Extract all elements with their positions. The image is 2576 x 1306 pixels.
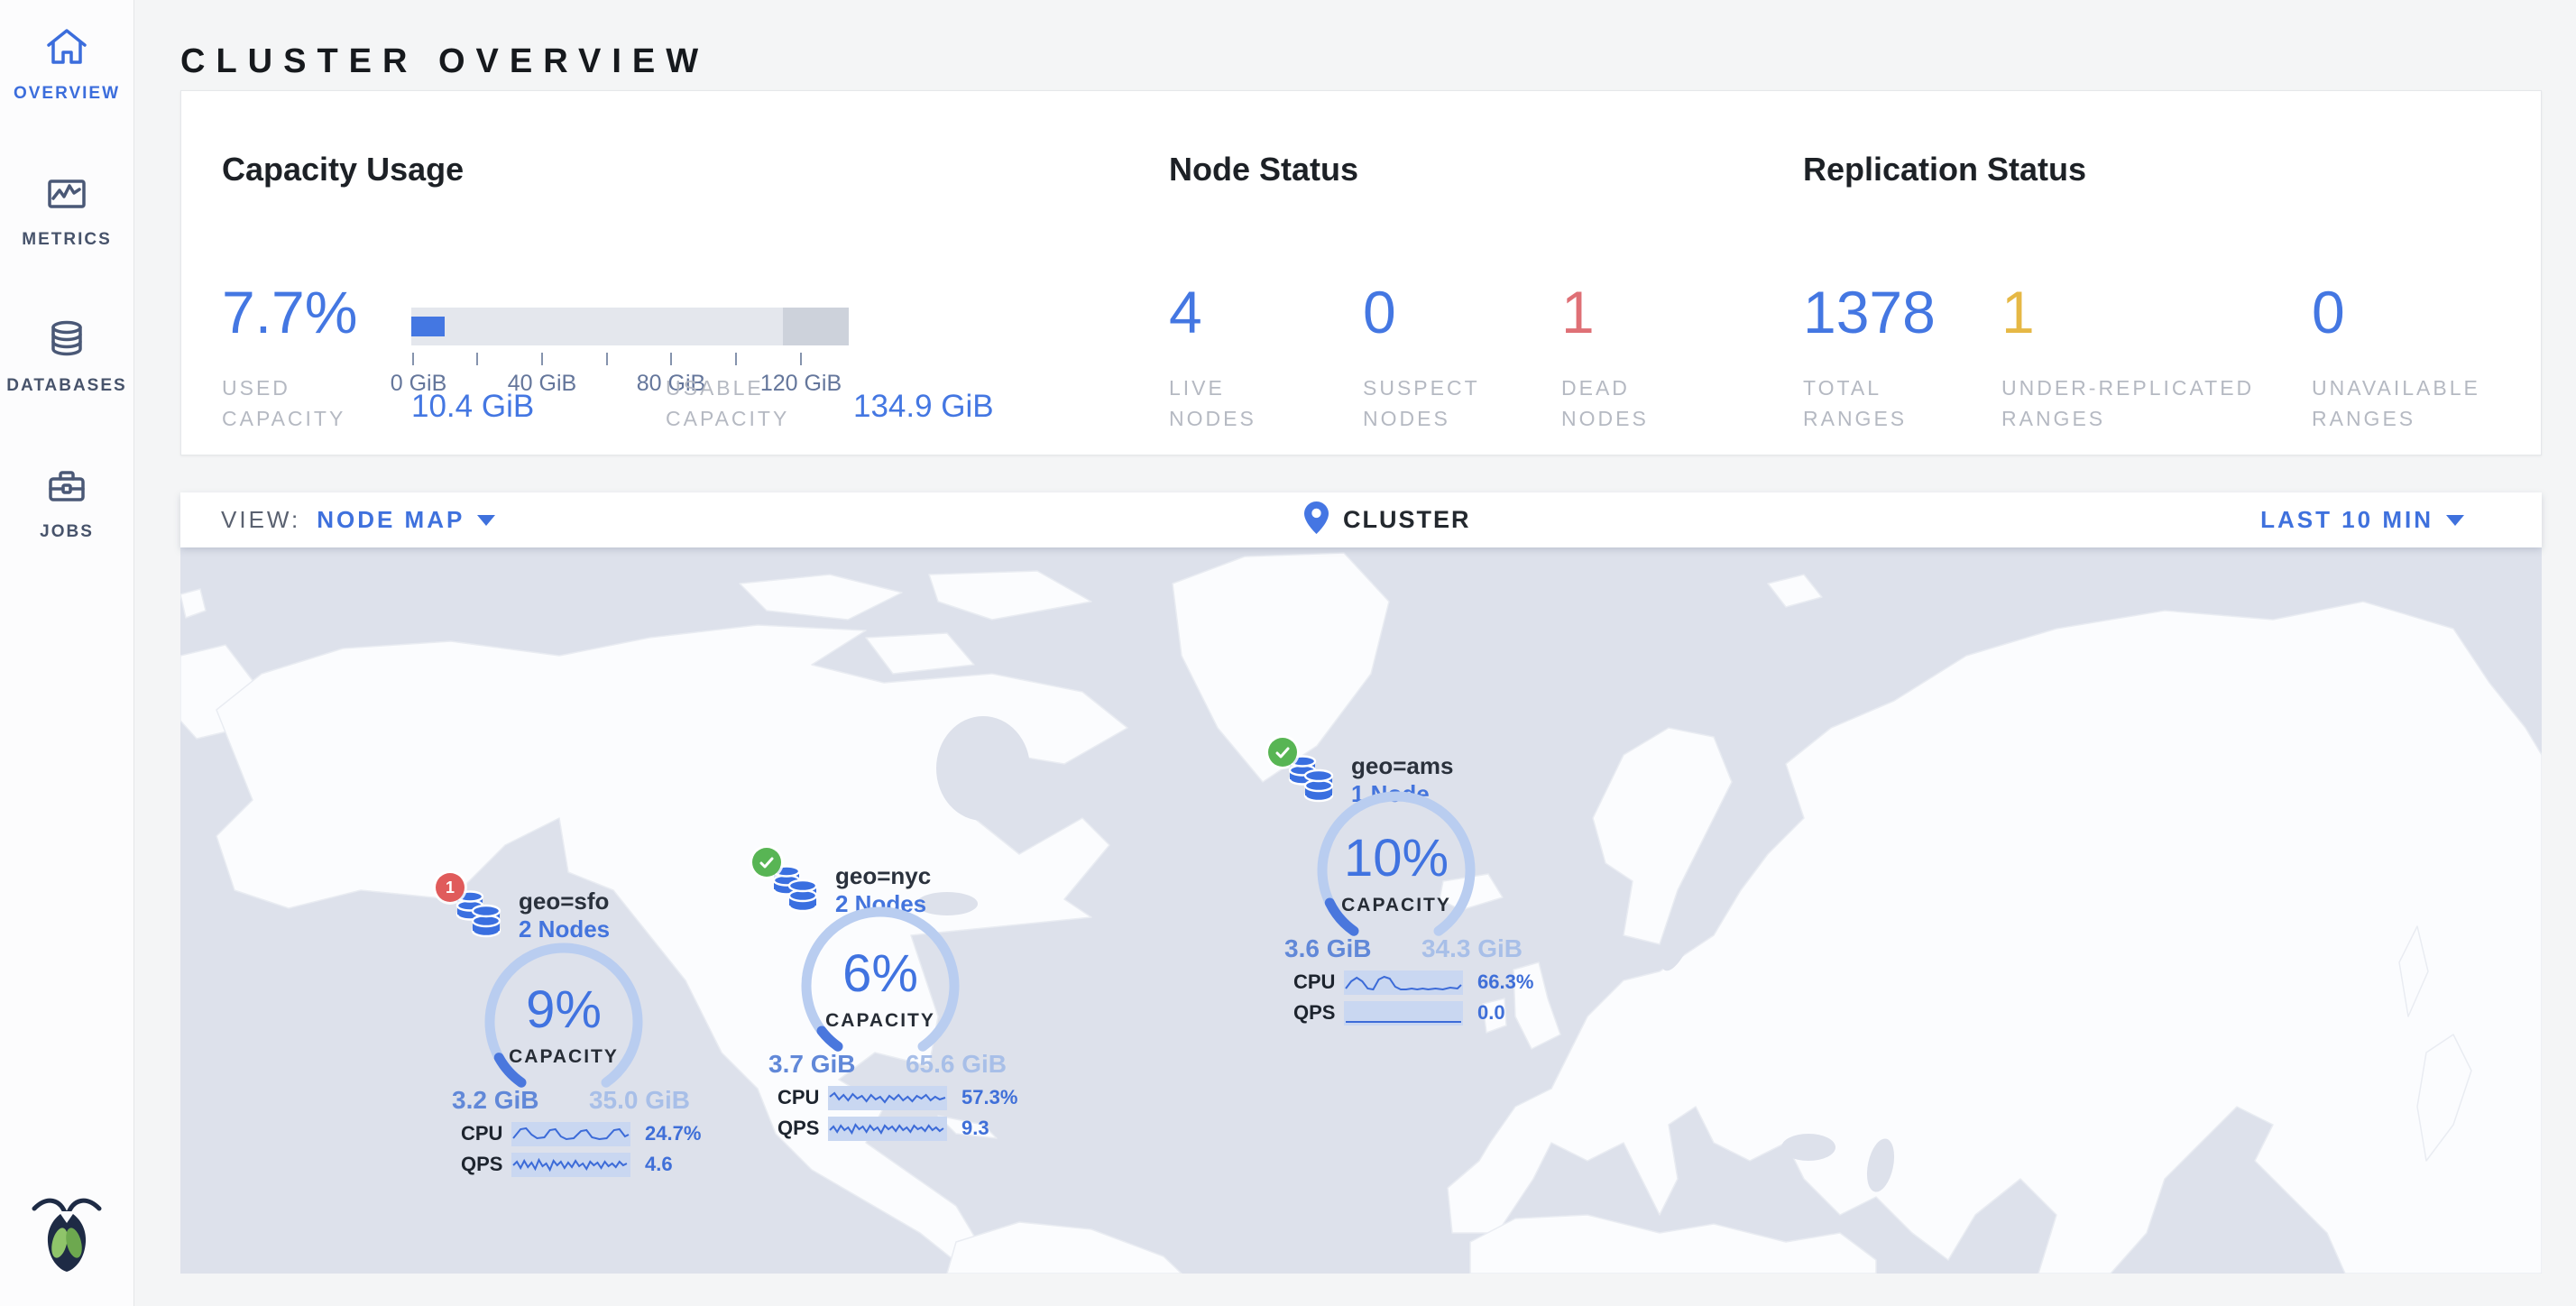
briefcase-icon xyxy=(42,462,91,515)
used-capacity-value: 10.4 GiB xyxy=(411,389,534,425)
qps-sparkline xyxy=(511,1153,630,1177)
under-replicated-value: 1 xyxy=(2001,282,2035,342)
unavailable-ranges-value: 0 xyxy=(2312,282,2345,342)
used-capacity: 3.7 GiB xyxy=(768,1050,855,1079)
qps-value: 4.6 xyxy=(645,1153,699,1176)
qps-value: 9.3 xyxy=(961,1117,1016,1140)
capacity-label: CAPACITY xyxy=(781,1010,980,1032)
cockroachdb-logo[interactable] xyxy=(27,1192,106,1278)
capacity-percent: 9% xyxy=(465,983,663,1037)
cpu-label: CPU xyxy=(1293,970,1344,994)
cpu-sparkline xyxy=(1344,970,1463,995)
database-icon xyxy=(42,316,91,369)
capacity-bar-ticks xyxy=(411,353,849,367)
graph-icon xyxy=(42,170,91,223)
replication-status-title: Replication Status xyxy=(1803,151,2086,189)
cluster-summary-panel: Capacity Usage 7.7% 0 GiB 40 GiB 80 GiB … xyxy=(180,90,2542,455)
chevron-down-icon xyxy=(2446,515,2464,526)
capacity-label: CAPACITY xyxy=(465,1046,663,1068)
sidebar-item-label: DATABASES xyxy=(0,376,133,396)
cpu-sparkline xyxy=(828,1086,947,1110)
used-capacity-label: USEDCAPACITY xyxy=(222,372,345,434)
home-icon xyxy=(42,23,91,77)
total-capacity: 65.6 GiB xyxy=(906,1050,1007,1079)
capacity-percent: 10% xyxy=(1297,832,1495,886)
suspect-nodes-label: SUSPECTNODES xyxy=(1363,372,1480,434)
node-map[interactable]: 1 geo=sfo 2 Nodes 9% xyxy=(180,547,2542,1274)
usable-capacity-value: 134.9 GiB xyxy=(853,389,994,425)
sidebar-item-jobs[interactable]: JOBS xyxy=(0,462,133,542)
used-capacity: 3.6 GiB xyxy=(1284,934,1371,963)
capacity-gauge: 9% CAPACITY xyxy=(465,936,663,1108)
qps-label: QPS xyxy=(777,1117,828,1140)
time-range-selector[interactable]: LAST 10 MIN xyxy=(2260,492,2464,547)
ok-badge xyxy=(752,848,781,877)
error-badge: 1 xyxy=(436,873,465,902)
cpu-sparkline xyxy=(511,1122,630,1146)
total-capacity: 35.0 GiB xyxy=(589,1086,690,1115)
qps-value: 0.0 xyxy=(1477,1001,1532,1025)
cpu-value: 24.7% xyxy=(645,1122,701,1145)
node-status-title: Node Status xyxy=(1169,151,1358,189)
locality-marker-ams[interactable]: geo=ams 1 Node 10% CAPACITY 3.6 GiB 34.3… xyxy=(1252,727,1541,1034)
capacity-label: CAPACITY xyxy=(1297,895,1495,916)
sidebar-item-metrics[interactable]: METRICS xyxy=(0,170,133,250)
qps-sparkline xyxy=(828,1117,947,1141)
dead-nodes-value: 1 xyxy=(1561,282,1595,342)
capacity-gauge: 6% CAPACITY xyxy=(781,900,980,1071)
suspect-nodes-value: 0 xyxy=(1363,282,1396,342)
ok-badge xyxy=(1268,738,1297,767)
map-toolbar: VIEW: NODE MAP CLUSTER LAST 10 MIN xyxy=(180,492,2542,547)
capacity-percent: 6% xyxy=(781,947,980,1001)
cpu-value: 66.3% xyxy=(1477,970,1533,994)
locality-marker-nyc[interactable]: geo=nyc 2 Nodes 6% CAPACITY 3.7 GiB 65.6… xyxy=(736,842,1025,1149)
sidebar-item-label: METRICS xyxy=(0,230,133,250)
unavailable-ranges-label: UNAVAILABLERANGES xyxy=(2312,372,2480,434)
breadcrumb-cluster: CLUSTER xyxy=(1343,506,1471,534)
capacity-bar-reserved xyxy=(783,308,849,345)
locality-label: geo=sfo xyxy=(519,888,610,915)
total-ranges-label: TOTALRANGES xyxy=(1803,372,1907,434)
cpu-value: 57.3% xyxy=(961,1086,1017,1109)
total-capacity: 34.3 GiB xyxy=(1421,934,1523,963)
cpu-label: CPU xyxy=(777,1086,828,1109)
view-selector[interactable]: NODE MAP xyxy=(317,506,495,534)
total-ranges-value: 1378 xyxy=(1803,282,1936,342)
sidebar-item-label: JOBS xyxy=(0,522,133,542)
capacity-bar-used xyxy=(411,317,445,336)
sidebar: OVERVIEW METRICS DATABASES xyxy=(0,0,134,1306)
location-pin-icon xyxy=(1304,501,1329,538)
used-capacity: 3.2 GiB xyxy=(452,1086,538,1115)
qps-label: QPS xyxy=(1293,1001,1344,1025)
sidebar-item-overview[interactable]: OVERVIEW xyxy=(0,23,133,104)
sidebar-item-label: OVERVIEW xyxy=(0,84,133,104)
live-nodes-label: LIVENODES xyxy=(1169,372,1256,434)
usable-capacity-label: USABLECAPACITY xyxy=(666,372,789,434)
locality-marker-sfo[interactable]: 1 geo=sfo 2 Nodes 9% xyxy=(419,878,708,1185)
capacity-gauge: 10% CAPACITY xyxy=(1297,785,1495,956)
chevron-down-icon xyxy=(477,515,495,526)
page-title: CLUSTER OVERVIEW xyxy=(180,42,709,81)
view-label: VIEW: xyxy=(221,506,300,534)
under-replicated-label: UNDER-REPLICATEDRANGES xyxy=(2001,372,2254,434)
locality-label: geo=nyc xyxy=(835,862,931,889)
cpu-label: CPU xyxy=(461,1122,511,1145)
capacity-usage-title: Capacity Usage xyxy=(222,151,464,189)
sidebar-item-databases[interactable]: DATABASES xyxy=(0,316,133,396)
dead-nodes-label: DEADNODES xyxy=(1561,372,1649,434)
capacity-bar-track xyxy=(411,308,849,345)
live-nodes-value: 4 xyxy=(1169,282,1202,342)
capacity-percent: 7.7% xyxy=(222,282,357,342)
qps-sparkline xyxy=(1344,1001,1463,1025)
locality-label: geo=ams xyxy=(1351,752,1453,779)
qps-label: QPS xyxy=(461,1153,511,1176)
